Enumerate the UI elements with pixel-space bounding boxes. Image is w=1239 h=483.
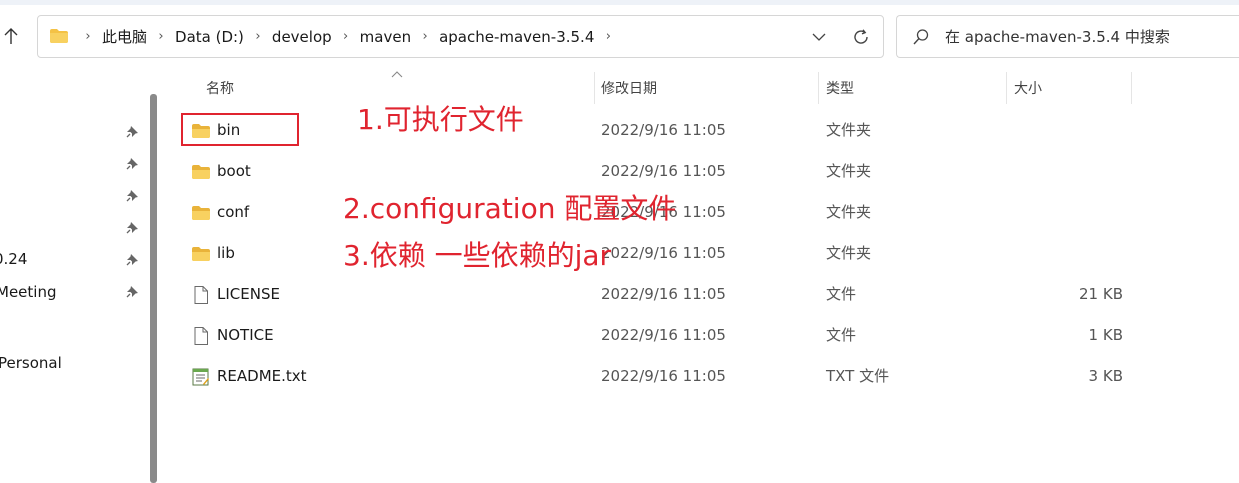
file-size bbox=[1023, 110, 1123, 151]
file-type: 文件 bbox=[826, 326, 857, 344]
column-divider[interactable] bbox=[1131, 72, 1132, 104]
breadcrumb-item-apache-maven[interactable]: apache-maven-3.5.4 bbox=[439, 28, 594, 46]
chevron-right-icon[interactable]: › bbox=[594, 29, 622, 44]
title-bar-strip bbox=[0, 0, 1239, 5]
column-divider[interactable] bbox=[594, 72, 595, 104]
file-name: README.txt bbox=[217, 367, 307, 385]
search-icon bbox=[912, 28, 930, 50]
file-icon bbox=[194, 327, 208, 345]
chevron-right-icon: › bbox=[85, 29, 91, 44]
file-type: 文件夹 bbox=[826, 203, 872, 221]
file-row[interactable]: conf 2022/9/16 11:05 文件夹 bbox=[163, 192, 1239, 233]
address-bar[interactable]: › 此电脑 › Data (D:) › develop › maven › ap… bbox=[37, 15, 884, 58]
pin-icon[interactable] bbox=[124, 251, 140, 267]
file-name: boot bbox=[217, 162, 251, 180]
column-header-modified[interactable]: 修改日期 bbox=[601, 78, 657, 104]
file-row[interactable]: lib 2022/9/16 11:05 文件夹 bbox=[163, 233, 1239, 274]
file-size: 21 KB bbox=[1079, 285, 1123, 303]
annotation-lib: 3.依赖 一些依赖的jar bbox=[343, 239, 612, 272]
up-button[interactable] bbox=[0, 24, 22, 48]
pin-icon[interactable] bbox=[124, 123, 140, 139]
chevron-right-icon[interactable]: › bbox=[147, 29, 175, 44]
folder-icon bbox=[192, 206, 210, 220]
refresh-icon[interactable] bbox=[850, 26, 872, 48]
file-row[interactable]: README.txt 2022/9/16 11:05 TXT 文件 3 KB bbox=[163, 356, 1239, 397]
chevron-right-icon[interactable]: › bbox=[244, 29, 272, 44]
annotation-conf: 2.configuration 配置文件 bbox=[343, 192, 677, 225]
text-file-icon bbox=[192, 368, 209, 386]
file-row[interactable]: boot 2022/9/16 11:05 文件夹 bbox=[163, 151, 1239, 192]
file-name: LICENSE bbox=[217, 285, 280, 303]
folder-icon bbox=[49, 28, 69, 48]
column-header-name[interactable]: 名称 bbox=[206, 78, 234, 104]
file-modified: 2022/9/16 11:05 bbox=[601, 244, 726, 262]
pin-icon[interactable] bbox=[124, 283, 140, 299]
nav-item-meeting[interactable]: Meeting bbox=[0, 281, 56, 303]
chevron-down-icon[interactable] bbox=[808, 27, 830, 47]
pin-icon[interactable] bbox=[124, 155, 140, 171]
file-type: 文件夹 bbox=[826, 162, 872, 180]
file-name: conf bbox=[217, 203, 250, 221]
file-size: 1 KB bbox=[1088, 326, 1123, 344]
navigation-pane: 0.24 Meeting Personal bbox=[0, 70, 150, 483]
breadcrumb-item-maven[interactable]: maven bbox=[360, 28, 411, 46]
annotation-bin: 1.可执行文件 bbox=[357, 103, 524, 136]
file-type: TXT 文件 bbox=[826, 367, 890, 385]
chevron-right-icon[interactable]: › bbox=[332, 29, 360, 44]
file-row[interactable]: LICENSE 2022/9/16 11:05 文件 21 KB bbox=[163, 274, 1239, 315]
column-header-size[interactable]: 大小 bbox=[1014, 78, 1042, 104]
column-header-type[interactable]: 类型 bbox=[826, 78, 854, 104]
file-row[interactable]: NOTICE 2022/9/16 11:05 文件 1 KB bbox=[163, 315, 1239, 356]
sort-ascending-icon bbox=[391, 71, 403, 78]
file-size bbox=[1023, 151, 1123, 192]
file-name: lib bbox=[217, 244, 235, 262]
pin-icon[interactable] bbox=[124, 187, 140, 203]
file-type: 文件夹 bbox=[826, 244, 872, 262]
folder-icon bbox=[192, 165, 210, 179]
nav-scrollbar[interactable] bbox=[150, 94, 157, 483]
search-box[interactable] bbox=[896, 15, 1239, 58]
file-icon bbox=[194, 286, 208, 304]
breadcrumb-item-this-pc[interactable]: 此电脑 bbox=[102, 26, 147, 47]
chevron-right-icon[interactable]: › bbox=[411, 29, 439, 44]
nav-item-personal[interactable]: Personal bbox=[0, 352, 62, 374]
arrow-up-icon bbox=[4, 28, 18, 44]
file-row[interactable]: bin 2022/9/16 11:05 文件夹 bbox=[163, 110, 1239, 151]
nav-item-quick-access[interactable]: 0.24 bbox=[0, 248, 27, 270]
highlight-box bbox=[181, 113, 299, 146]
column-divider[interactable] bbox=[818, 72, 819, 104]
breadcrumb: › 此电脑 › Data (D:) › develop › maven › ap… bbox=[74, 16, 622, 57]
breadcrumb-item-develop[interactable]: develop bbox=[272, 28, 332, 46]
file-size bbox=[1023, 233, 1123, 274]
file-type: 文件 bbox=[826, 285, 857, 303]
file-modified: 2022/9/16 11:05 bbox=[601, 367, 726, 385]
file-modified: 2022/9/16 11:05 bbox=[601, 285, 726, 303]
search-input[interactable] bbox=[945, 16, 1235, 57]
file-name: NOTICE bbox=[217, 326, 274, 344]
file-modified: 2022/9/16 11:05 bbox=[601, 326, 726, 344]
breadcrumb-item-data-drive[interactable]: Data (D:) bbox=[175, 28, 244, 46]
file-size bbox=[1023, 192, 1123, 233]
folder-icon bbox=[192, 247, 210, 261]
file-size: 3 KB bbox=[1088, 367, 1123, 385]
file-modified: 2022/9/16 11:05 bbox=[601, 162, 726, 180]
file-modified: 2022/9/16 11:05 bbox=[601, 121, 726, 139]
pin-icon[interactable] bbox=[124, 219, 140, 235]
file-type: 文件夹 bbox=[826, 121, 872, 139]
column-divider[interactable] bbox=[1006, 72, 1007, 104]
